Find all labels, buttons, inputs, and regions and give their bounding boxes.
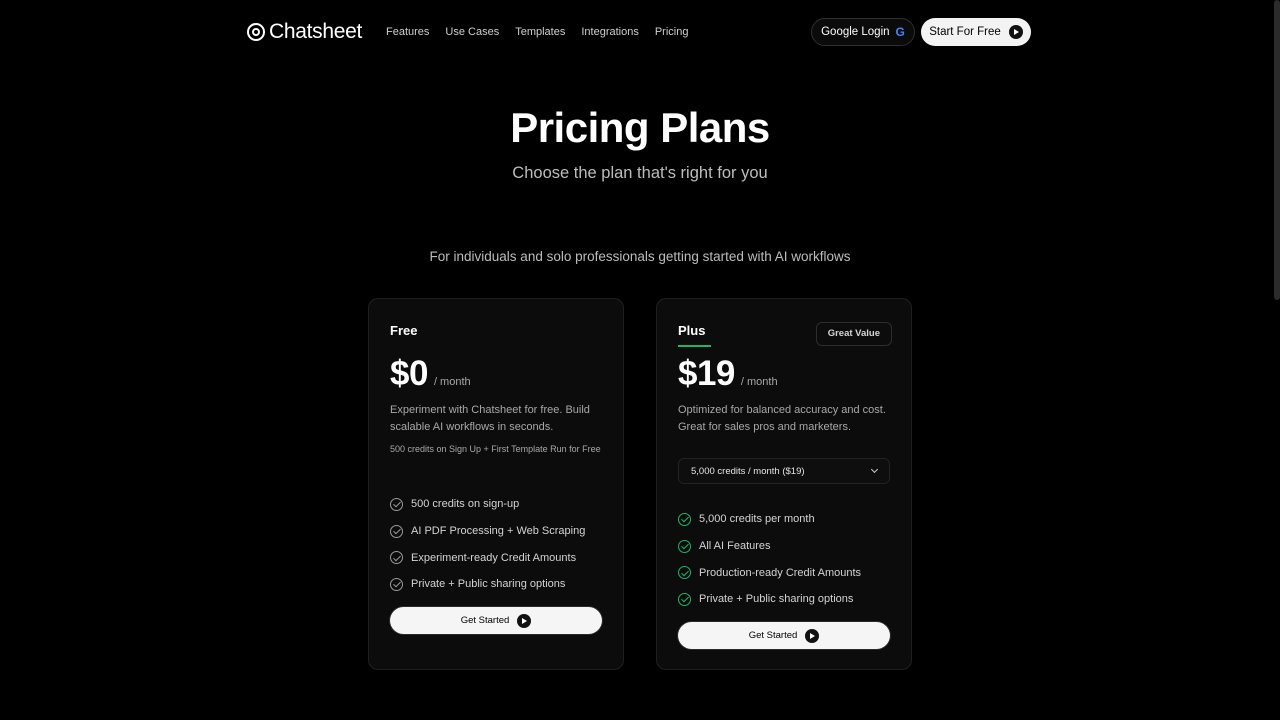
get-started-button[interactable]: Get Started [678,622,890,649]
feature-label: All AI Features [699,540,771,553]
google-login-label: Google Login [821,26,890,38]
plan-card-plus: Plus Great Value $19 / month Optimized f… [656,298,912,670]
feature-item: Experiment-ready Credit Amounts [390,544,585,571]
chevron-down-icon [870,465,879,474]
nav-item-pricing[interactable]: Pricing [655,26,689,38]
page-subtitle: Choose the plan that's right for you [512,164,768,182]
plan-period: / month [740,376,778,388]
feature-label: 500 credits on sign-up [411,498,520,511]
plan-price: $0 [390,354,428,393]
price-row: $19 / month [678,354,778,394]
feature-item: Private + Public sharing options [390,571,585,598]
nav-item-templates[interactable]: Templates [515,26,565,38]
start-for-free-label: Start For Free [929,26,1001,38]
check-circle-icon [678,512,691,526]
get-started-label: Get Started [460,615,510,626]
feature-list: 5,000 credits per month All AI Features … [678,506,861,613]
page-title: Pricing Plans [510,104,770,151]
check-circle-icon [678,592,691,606]
check-circle-icon [390,524,403,538]
feature-item: Production-ready Credit Amounts [678,559,861,586]
check-circle-icon [678,566,691,580]
play-icon [517,613,532,628]
plan-description: Experiment with Chatsheet for free. Buil… [390,404,590,433]
feature-item: 5,000 credits per month [678,506,861,533]
google-icon: G [895,25,905,39]
plan-price: $19 [678,354,735,393]
feature-label: AI PDF Processing + Web Scraping [411,525,586,538]
check-circle-icon [390,497,403,511]
nav-item-use-cases[interactable]: Use Cases [445,26,499,38]
feature-label: Private + Public sharing options [411,578,566,591]
nav-item-features[interactable]: Features [386,26,429,38]
plan-name-underline [678,345,711,347]
feature-label: Production-ready Credit Amounts [699,566,862,579]
get-started-button[interactable]: Get Started [390,607,602,634]
plan-name: Free [390,323,418,338]
check-circle-icon [390,577,403,591]
start-for-free-button[interactable]: Start For Free [921,18,1031,46]
google-login-button[interactable]: Google Login G [811,18,915,46]
plan-period: / month [433,376,471,388]
feature-list: 500 credits on sign-up AI PDF Processing… [390,491,585,598]
play-icon [805,628,820,643]
feature-label: Experiment-ready Credit Amounts [411,551,577,564]
check-circle-icon [678,539,691,553]
plan-description: Optimized for balanced accuracy and cost… [678,404,886,433]
credits-select-value: 5,000 credits / month ($19) [691,465,805,477]
brand-logo[interactable]: Chatsheet [247,20,362,44]
page-scrollbar[interactable] [1274,0,1280,300]
play-icon [1008,25,1023,39]
concentric-circles-icon [247,23,265,41]
feature-label: Private + Public sharing options [699,593,854,606]
feature-item: AI PDF Processing + Web Scraping [390,518,585,545]
feature-item: Private + Public sharing options [678,586,861,613]
feature-label: 5,000 credits per month [699,513,815,526]
nav-item-integrations[interactable]: Integrations [581,26,638,38]
feature-item: All AI Features [678,533,861,560]
get-started-label: Get Started [748,630,798,641]
main-nav: Features Use Cases Templates Integration… [386,26,688,38]
plans-tagline: For individuals and solo professionals g… [429,249,851,264]
plan-card-free: Free $0 / month Experiment with Chatshee… [368,298,624,670]
pricing-page: Chatsheet Features Use Cases Templates I… [0,0,1280,720]
price-row: $0 / month [390,354,471,394]
feature-item: 500 credits on sign-up [390,491,585,518]
credits-select[interactable]: 5,000 credits / month ($19) [678,458,890,484]
plan-name: Plus [678,323,706,338]
great-value-badge: Great Value [815,322,892,346]
brand-name: Chatsheet [269,20,363,43]
plan-note: 500 credits on Sign Up + First Template … [390,444,601,454]
check-circle-icon [390,551,403,565]
